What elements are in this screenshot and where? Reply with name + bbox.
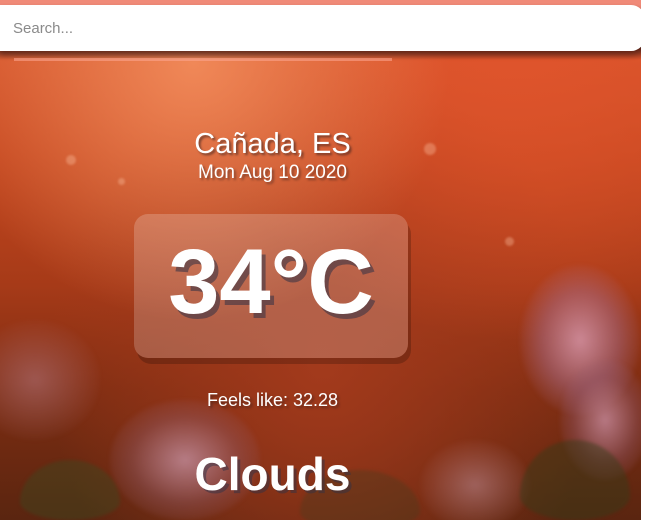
feels-like-value: 32.28 <box>292 390 339 410</box>
weather-app: Cañada, ES Mon Aug 10 2020 34°C Feels li… <box>0 0 645 520</box>
date-label: Mon Aug 10 2020 <box>198 162 347 183</box>
feels-like: Feels like: 32.28 <box>0 390 545 411</box>
search-input[interactable] <box>0 5 645 51</box>
feels-like-label: Feels like: <box>206 390 288 410</box>
temperature-value: 34°C <box>168 231 374 333</box>
bokeh-dot <box>505 237 514 246</box>
search-bar <box>0 0 645 60</box>
flower-decoration <box>0 320 100 440</box>
location-label: Cañada, ES <box>194 128 351 160</box>
search-underline <box>14 58 392 61</box>
window-edge <box>641 0 645 520</box>
weather-condition: Clouds <box>194 448 351 500</box>
